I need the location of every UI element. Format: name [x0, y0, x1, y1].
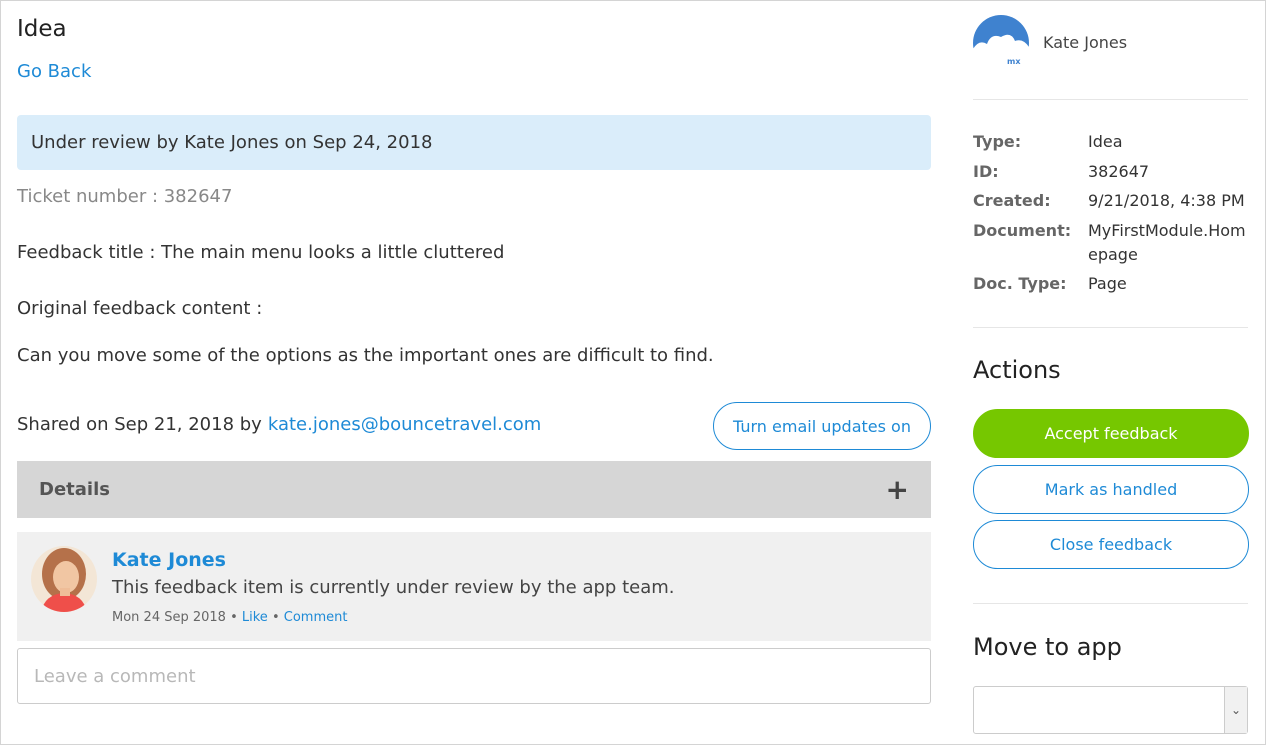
ticket-number: Ticket number : 382647: [17, 186, 233, 207]
meta-value-id: 382647: [1088, 162, 1150, 181]
meta-value-doc-type: Page: [1088, 274, 1127, 293]
comment-link[interactable]: Comment: [284, 610, 348, 625]
meta-value-type: Idea: [1088, 132, 1123, 151]
status-banner: Under review by Kate Jones on Sep 24, 20…: [17, 115, 931, 170]
chevron-down-icon[interactable]: ⌄: [1224, 687, 1247, 733]
meta-label-created: Created:: [973, 191, 1051, 210]
move-to-app-title: Move to app: [973, 633, 1122, 661]
accept-feedback-button[interactable]: Accept feedback: [973, 409, 1249, 458]
avatar-badge: mx: [1007, 57, 1021, 66]
feedback-title: Feedback title : The main menu looks a l…: [17, 242, 505, 263]
comment-date: Mon 24 Sep 2018: [112, 610, 226, 625]
comment-author-link[interactable]: Kate Jones: [112, 549, 226, 571]
go-back-link[interactable]: Go Back: [17, 61, 91, 82]
mendix-cloud-icon: mx: [973, 15, 1029, 71]
divider: [973, 327, 1248, 328]
meta-label-id: ID:: [973, 162, 999, 181]
avatar-photo-icon: [31, 546, 97, 612]
status-banner-text: Under review by Kate Jones on Sep 24, 20…: [31, 132, 433, 153]
plus-icon[interactable]: +: [886, 475, 909, 504]
meta-value-created: 9/21/2018, 4:38 PM: [1088, 191, 1245, 210]
original-feedback-content: Can you move some of the options as the …: [17, 345, 714, 366]
details-toggle-bar[interactable]: Details +: [17, 461, 931, 518]
comment-input[interactable]: [17, 648, 931, 704]
meta-label-document: Document:: [973, 221, 1072, 240]
page-title: Idea: [17, 16, 67, 42]
user-avatar: mx: [973, 15, 1029, 71]
shared-info: Shared on Sep 21, 2018 by kate.jones@boun…: [17, 414, 541, 435]
comment-meta: Mon 24 Sep 2018 • Like • Comment: [112, 610, 347, 625]
meta-label-type: Type:: [973, 132, 1022, 151]
app-select[interactable]: ⌄: [973, 686, 1248, 734]
user-name: Kate Jones: [1043, 33, 1128, 52]
original-feedback-label: Original feedback content :: [17, 298, 263, 319]
meta-value-document: MyFirstModule.Homepage: [1088, 221, 1246, 264]
meta-separator: •: [230, 610, 238, 625]
details-label: Details: [39, 479, 110, 500]
actions-title: Actions: [973, 356, 1061, 384]
comment-text: This feedback item is currently under re…: [112, 577, 675, 598]
email-updates-button[interactable]: Turn email updates on: [713, 402, 931, 450]
shared-email-link[interactable]: kate.jones@bouncetravel.com: [268, 414, 541, 435]
shared-text: Shared on Sep 21, 2018 by: [17, 414, 262, 435]
meta-separator: •: [271, 610, 280, 625]
mark-handled-button[interactable]: Mark as handled: [973, 465, 1249, 514]
divider: [973, 99, 1248, 100]
meta-label-doc-type: Doc. Type:: [973, 274, 1067, 293]
divider: [973, 603, 1248, 604]
close-feedback-button[interactable]: Close feedback: [973, 520, 1249, 569]
like-link[interactable]: Like: [242, 610, 268, 625]
avatar: [31, 546, 97, 612]
comment-card: Kate Jones This feedback item is current…: [17, 532, 931, 641]
